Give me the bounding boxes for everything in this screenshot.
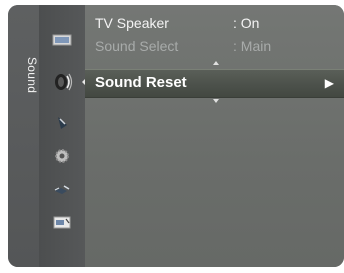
item-value: : On bbox=[233, 15, 260, 31]
picture-icon[interactable] bbox=[51, 30, 73, 50]
application-icon[interactable] bbox=[51, 212, 73, 232]
menu-frame: Sound TV Speaker: On Sound Select: Mai… bbox=[8, 5, 344, 267]
item-label: Sound Select bbox=[95, 38, 179, 54]
menu-item-tv-speaker[interactable]: TV Speaker : On bbox=[95, 13, 336, 33]
scroll-up-icon bbox=[213, 61, 219, 65]
selected-label: Sound Reset bbox=[95, 74, 187, 91]
sound-icon[interactable] bbox=[51, 72, 87, 92]
arrow-right-icon: ▶ bbox=[324, 76, 334, 90]
menu-item-sound-select: Sound Select : Main bbox=[95, 36, 336, 56]
icon-column bbox=[39, 5, 87, 267]
setup-icon[interactable] bbox=[51, 146, 73, 166]
menu-item-sound-reset[interactable]: Sound Reset ▶ bbox=[85, 69, 344, 98]
category-tab: Sound bbox=[8, 5, 39, 267]
osd-menu: Sound TV Speaker: On Sound Select: Mai… bbox=[8, 5, 344, 267]
item-value: : Main bbox=[233, 38, 272, 54]
content-panel: TV Speaker : On Sound Select : Main Soun… bbox=[85, 5, 344, 267]
category-label: Sound bbox=[25, 57, 39, 94]
input-icon[interactable] bbox=[51, 179, 73, 199]
scroll-down-icon bbox=[213, 99, 219, 103]
channel-icon[interactable] bbox=[51, 113, 73, 133]
item-label: TV Speaker bbox=[95, 15, 169, 31]
